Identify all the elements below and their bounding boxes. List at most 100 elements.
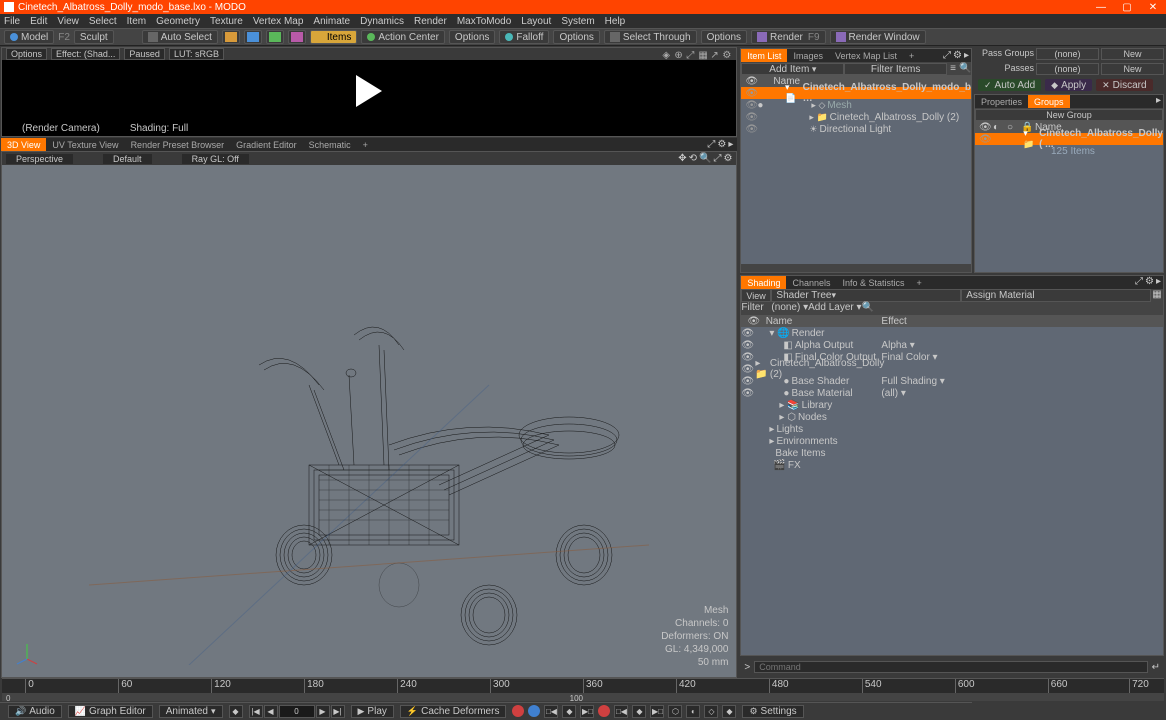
item-row-light[interactable]: 👁☀ Directional Light bbox=[741, 123, 971, 135]
tab-renderpreset[interactable]: Render Preset Browser bbox=[125, 138, 231, 151]
bb-icon-9[interactable]: ◇ bbox=[704, 705, 718, 718]
toolbar-icon-2[interactable] bbox=[244, 30, 262, 44]
preview-icon-3[interactable]: ⤢ bbox=[686, 50, 696, 60]
viewport-perspective[interactable]: Perspective bbox=[6, 154, 73, 164]
menu-dynamics[interactable]: Dynamics bbox=[360, 16, 404, 27]
preview-paused[interactable]: Paused bbox=[124, 48, 165, 60]
srow-bake[interactable]: Bake Items bbox=[741, 447, 1163, 459]
menu-layout[interactable]: Layout bbox=[521, 16, 551, 27]
goto-end[interactable]: ▶| bbox=[331, 705, 345, 718]
preview-options[interactable]: Options bbox=[6, 48, 47, 60]
falloff-button[interactable]: Falloff bbox=[499, 30, 549, 44]
viewtab-icon-2[interactable]: ▸ bbox=[728, 139, 733, 150]
tab-properties[interactable]: Properties bbox=[975, 95, 1028, 108]
animated-select[interactable]: Animated ▾ bbox=[159, 705, 223, 718]
srow-fx[interactable]: 🎬 FX bbox=[741, 459, 1163, 471]
preview-icon-1[interactable]: ◈ bbox=[662, 50, 672, 60]
shading-arrow-icon[interactable]: ▸ bbox=[1156, 276, 1161, 289]
preview-icon-5[interactable]: ↗ bbox=[710, 50, 720, 60]
gear-icon[interactable]: ⚙ bbox=[722, 50, 732, 60]
shading-gear-icon[interactable]: ⚙ bbox=[1145, 276, 1154, 289]
srow-alpha[interactable]: 👁◧ Alpha OutputAlpha ▾ bbox=[741, 339, 1163, 351]
close-button[interactable]: ✕ bbox=[1140, 0, 1166, 14]
toolbar-icon-1[interactable] bbox=[222, 30, 240, 44]
shading-max-icon[interactable]: ⤢ bbox=[1135, 276, 1143, 289]
bb-icon-4[interactable]: □◀ bbox=[614, 705, 628, 718]
viewtab-icon-1[interactable]: ⤢ bbox=[707, 139, 715, 150]
menu-maxtomodo[interactable]: MaxToModo bbox=[457, 16, 511, 27]
menu-texture[interactable]: Texture bbox=[210, 16, 243, 27]
shading-header-effect[interactable]: Effect bbox=[881, 316, 906, 327]
addlayer-button[interactable]: Add Layer ▾ bbox=[808, 302, 861, 315]
bb-icon-8[interactable]: ◐ bbox=[686, 705, 700, 718]
shadertree-select[interactable]: Shader Tree ▾ bbox=[771, 289, 961, 302]
srow-env[interactable]: ▸ Environments bbox=[741, 435, 1163, 447]
keyframe-icon[interactable]: ◆ bbox=[229, 705, 243, 718]
item-row-scene[interactable]: 👁▾ 📄 Cinetech_Albatross_Dolly_modo_b … bbox=[741, 87, 971, 99]
preview-icon-4[interactable]: ▦ bbox=[698, 50, 708, 60]
minimize-button[interactable]: — bbox=[1088, 0, 1114, 14]
axis-gizmo[interactable] bbox=[12, 639, 42, 669]
selectthrough-button[interactable]: Select Through bbox=[604, 30, 697, 44]
step-fwd[interactable]: ▶ bbox=[316, 705, 330, 718]
frame-input[interactable] bbox=[279, 705, 315, 718]
dot-red[interactable] bbox=[512, 705, 524, 717]
item-row-dolly[interactable]: 👁▸ 📁 Cinetech_Albatross_Dolly (2) bbox=[741, 111, 971, 123]
bb-icon-1[interactable]: □◀ bbox=[544, 705, 558, 718]
tab-shading[interactable]: Shading bbox=[741, 276, 786, 289]
timeline[interactable]: 0 60 120 180 240 300 360 420 480 540 600… bbox=[2, 678, 1164, 702]
srow-nodes[interactable]: ▸ ⬡ Nodes bbox=[741, 411, 1163, 423]
preview-lut[interactable]: LUT: sRGB bbox=[169, 48, 224, 60]
panel-arrow-icon[interactable]: ▸ bbox=[964, 50, 969, 61]
tab-schematic[interactable]: Schematic bbox=[303, 138, 357, 151]
options2-button[interactable]: Options bbox=[553, 30, 599, 44]
options1-button[interactable]: Options bbox=[449, 30, 495, 44]
command-submit-icon[interactable]: ↵ bbox=[1152, 662, 1160, 673]
maximize-button[interactable]: ▢ bbox=[1114, 0, 1140, 14]
vp-gear-icon[interactable]: ⚙ bbox=[723, 153, 732, 164]
vp-icon-max[interactable]: ⤢ bbox=[713, 153, 721, 164]
srow-baseshader[interactable]: 👁● Base ShaderFull Shading ▾ bbox=[741, 375, 1163, 387]
assignmaterial-button[interactable]: Assign Material bbox=[961, 289, 1151, 302]
step-back[interactable]: ◀ bbox=[264, 705, 278, 718]
audio-button[interactable]: 🔊 Audio bbox=[8, 705, 62, 718]
props-arrow-icon[interactable]: ▸ bbox=[1156, 95, 1161, 108]
autoadd-button[interactable]: ✓ Auto Add bbox=[978, 79, 1041, 91]
passes-select[interactable]: (none) bbox=[1036, 63, 1099, 75]
tab-infostats[interactable]: Info & Statistics bbox=[836, 276, 910, 289]
tab-itemlist-add[interactable]: + bbox=[903, 49, 920, 62]
srow-render[interactable]: 👁▾ 🌐 Render bbox=[741, 327, 1163, 339]
shading-header-name[interactable]: Name bbox=[766, 316, 793, 327]
menu-view[interactable]: View bbox=[57, 16, 79, 27]
vp-icon-rotate[interactable]: ⟲ bbox=[689, 153, 697, 164]
vp-icon-zoom[interactable]: 🔍 bbox=[699, 153, 711, 164]
discard-button[interactable]: ✕ Discard bbox=[1096, 79, 1152, 91]
items-button[interactable]: Items bbox=[310, 30, 357, 44]
goto-start[interactable]: |◀ bbox=[249, 705, 263, 718]
options3-button[interactable]: Options bbox=[701, 30, 747, 44]
viewport-raygl[interactable]: Ray GL: Off bbox=[182, 154, 249, 164]
bb-icon-7[interactable]: ⬡ bbox=[668, 705, 682, 718]
render-button[interactable]: RenderF9 bbox=[751, 30, 825, 44]
tab-shading-add[interactable]: + bbox=[911, 276, 928, 289]
srow-dolly[interactable]: 👁▸ 📁 Cinetech_Albatross_Dolly (2) bbox=[741, 363, 1163, 375]
play-button[interactable]: ▶ Play bbox=[351, 705, 394, 718]
panel-max-icon[interactable]: ⤢ bbox=[943, 50, 951, 61]
3d-viewport[interactable]: Perspective Default Ray GL: Off ✥ ⟲ 🔍 ⤢ … bbox=[1, 151, 737, 678]
toolbar-icon-4[interactable] bbox=[288, 30, 306, 44]
tab-channels[interactable]: Channels bbox=[786, 276, 836, 289]
sculpt-button[interactable]: Sculpt bbox=[74, 30, 114, 44]
viewport-default[interactable]: Default bbox=[103, 154, 152, 164]
tab-images[interactable]: Images bbox=[787, 49, 829, 62]
group-row-dolly[interactable]: 👁▾ 📁 Cinetech_Albatross_Dolly ( ... bbox=[975, 133, 1163, 145]
tab-vertexmaplist[interactable]: Vertex Map List bbox=[829, 49, 903, 62]
settings-button[interactable]: ⚙ Settings bbox=[742, 705, 803, 718]
passgroups-new[interactable]: New bbox=[1101, 48, 1164, 60]
panel-gear-icon[interactable]: ⚙ bbox=[953, 50, 962, 61]
shading-menu-icon[interactable]: ▦ bbox=[1151, 289, 1163, 302]
srow-lights[interactable]: ▸ Lights bbox=[741, 423, 1163, 435]
newgroup-button[interactable]: New Group bbox=[975, 109, 1163, 121]
srow-basematerial[interactable]: 👁● Base Material(all) ▾ bbox=[741, 387, 1163, 399]
tab-add[interactable]: + bbox=[357, 138, 374, 151]
viewtab-gear-icon[interactable]: ⚙ bbox=[717, 139, 726, 150]
